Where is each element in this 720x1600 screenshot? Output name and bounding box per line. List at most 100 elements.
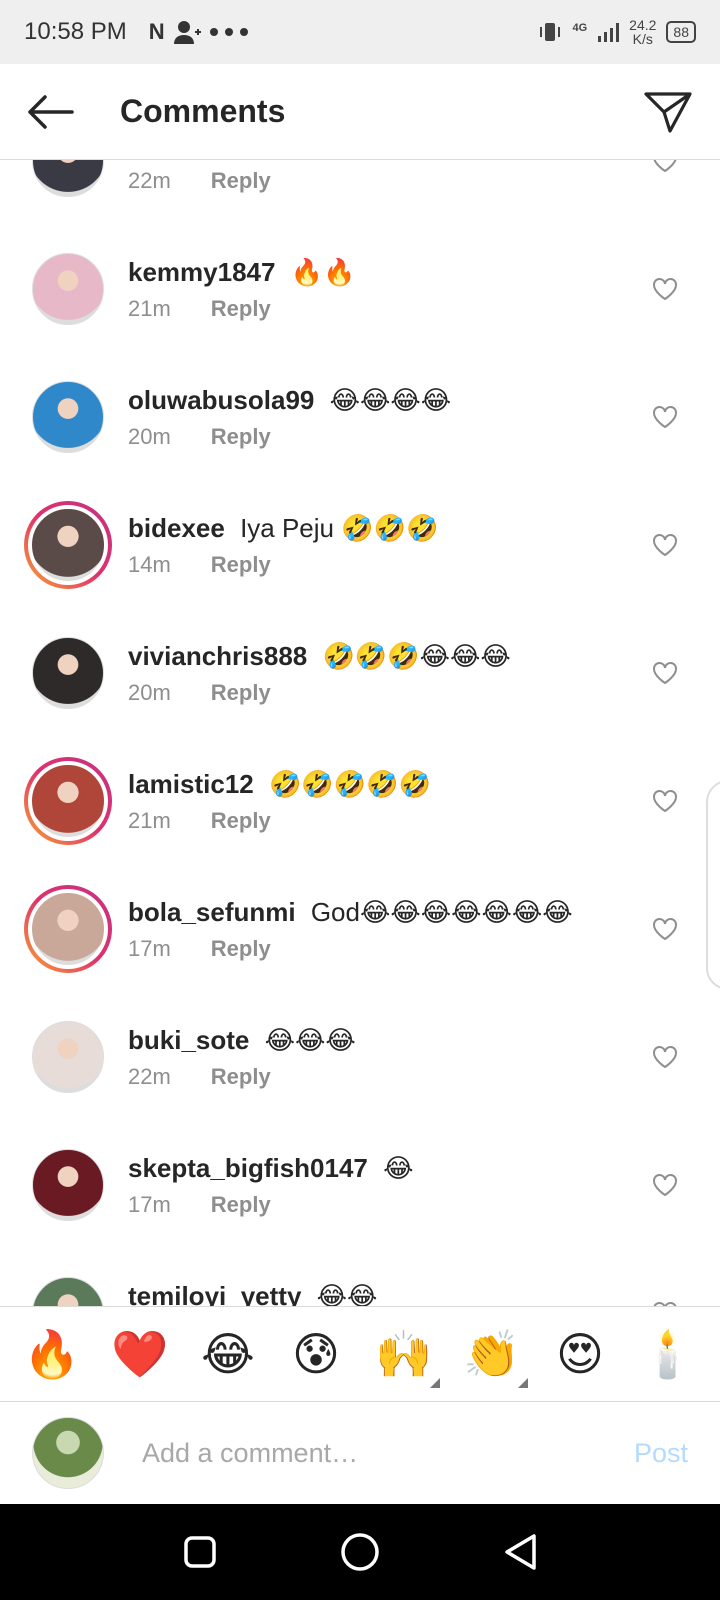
comment-meta: 20m Reply [128,680,720,706]
comment-username[interactable]: bola_sefunmi [128,897,296,927]
emoji-quick-bar: 🔥 ❤️ 😂 😰 🙌 👏 😍 🕯️ [0,1306,720,1402]
like-heart-icon[interactable] [652,405,678,429]
comment-meta: 21m Reply [128,296,720,322]
like-heart-icon[interactable] [652,1045,678,1069]
comments-header: Comments [0,64,720,160]
comment-username[interactable]: kemmy1847 [128,257,275,287]
reply-button[interactable]: Reply [211,680,271,706]
avatar-ring[interactable] [24,245,112,333]
page-title: Comments [120,93,286,129]
home-button[interactable] [335,1527,385,1577]
like-heart-icon[interactable] [652,917,678,941]
emoji-quick-button[interactable]: 😂 [196,1327,260,1381]
comment-row[interactable]: buki_sote 😂😂😂 22m Reply [0,993,720,1121]
like-heart-icon[interactable] [652,160,678,173]
comment-body: oluwabusola99 😂😂😂😂 20m Reply [128,384,720,450]
avatar-ring[interactable] [24,373,112,461]
avatar-ring[interactable] [24,629,112,717]
arrow-left-icon [28,94,74,129]
comment-time: 22m [128,1064,171,1089]
avatar-ring[interactable] [24,757,112,845]
avatar-ring[interactable] [24,501,112,589]
comment-row[interactable]: kemmy1847 🔥🔥 21m Reply [0,225,720,353]
comment-row[interactable]: temiloyi_yetty 😂😂 Reply [0,1249,720,1306]
comment-text: 🤣🤣🤣😂😂😂 [322,641,511,671]
like-heart-icon[interactable] [652,533,678,557]
comment-time: 20m [128,680,171,705]
reply-button[interactable]: Reply [211,296,271,322]
comment-meta: 21m Reply [128,808,720,834]
comment-row[interactable]: bidexee Iya Peju 🤣🤣🤣 14m Reply [0,481,720,609]
emoji-quick-button[interactable]: 🕯️ [636,1327,700,1382]
n-icon: N [148,19,165,44]
emoji-quick-button[interactable]: 👏 [460,1327,528,1388]
comment-line: skepta_bigfish0147 😂 [128,1152,720,1184]
comment-line: vivianchris888 🤣🤣🤣😂😂😂 [128,640,720,672]
comment-composer: Post [0,1402,720,1504]
comment-meta: 22m Reply [128,1064,720,1090]
scroll-handle[interactable] [706,780,720,990]
comment-time: 14m [128,552,171,577]
emoji-quick-button[interactable]: ❤️ [108,1327,172,1382]
comment-row[interactable]: vivianchris888 🤣🤣🤣😂😂😂 20m Reply [0,609,720,737]
back-button[interactable] [20,82,80,142]
comment-body: skepta_bigfish0147 😂 17m Reply [128,1152,720,1218]
comment-body: temiloyi_yetty 😂😂 Reply [128,1280,720,1306]
reply-button[interactable]: Reply [211,1064,271,1090]
comment-line: temiloyi_yetty 😂😂 [128,1280,720,1306]
emoji-quick-button[interactable]: 🔥 [20,1327,84,1382]
comment-meta: 20m Reply [128,424,720,450]
reply-button[interactable]: Reply [211,424,271,450]
net-speed-value: 24.2 [629,17,657,33]
avatar-ring[interactable] [24,1013,112,1101]
like-heart-icon[interactable] [652,789,678,813]
circle-icon [341,1533,379,1571]
reply-button[interactable]: Reply [211,936,271,962]
reply-button[interactable]: Reply [211,552,271,578]
comment-username[interactable]: bidexee [128,513,225,543]
comment-row[interactable]: your_favourite_poet 😂😂 22m Reply [0,160,720,225]
avatar-ring[interactable] [24,160,112,205]
comments-list[interactable]: your_favourite_poet 😂😂 22m Reply kemmy18… [0,160,720,1306]
avatar-ring[interactable] [24,885,112,973]
reply-button[interactable]: Reply [211,808,271,834]
comment-text: God😂😂😂😂😂😂😂 [310,897,573,927]
comment-username[interactable]: lamistic12 [128,769,254,799]
comment-username[interactable]: skepta_bigfish0147 [128,1153,368,1183]
comment-username[interactable]: oluwabusola99 [128,385,314,415]
reply-button[interactable]: Reply [211,168,271,194]
comment-time: 21m [128,296,171,321]
reply-button[interactable]: Reply [211,1192,271,1218]
comment-row[interactable]: bola_sefunmi God😂😂😂😂😂😂😂 17m Reply [0,865,720,993]
comment-username[interactable]: temiloyi_yetty [128,1281,301,1306]
network-type: 4G [572,22,588,34]
avatar [32,381,104,453]
comment-username[interactable]: vivianchris888 [128,641,307,671]
comment-username[interactable]: buki_sote [128,1025,249,1055]
avatar [32,253,104,325]
emoji-quick-button[interactable]: 😰 [284,1327,348,1381]
comment-row[interactable]: oluwabusola99 😂😂😂😂 20m Reply [0,353,720,481]
comment-text: 🔥🔥 [290,257,356,287]
back-nav-button[interactable] [495,1527,545,1577]
avatar-ring[interactable] [24,1269,112,1306]
comment-text: 😂 [383,1153,414,1183]
like-heart-icon[interactable] [652,661,678,685]
like-heart-icon[interactable] [652,1173,678,1197]
emoji-quick-button[interactable]: 🙌 [372,1327,440,1388]
like-heart-icon[interactable] [652,277,678,301]
status-right: 4G 24.2 K/s 88 [538,18,696,46]
comment-row[interactable]: skepta_bigfish0147 😂 17m Reply [0,1121,720,1249]
share-button[interactable] [638,82,698,142]
avatar [28,889,108,969]
comment-row[interactable]: lamistic12 🤣🤣🤣🤣🤣 21m Reply [0,737,720,865]
avatar-ring[interactable] [24,1141,112,1229]
comment-time: 21m [128,808,171,833]
comment-line: lamistic12 🤣🤣🤣🤣🤣 [128,768,720,800]
status-time: 10:58 PM [24,18,127,45]
recents-button[interactable] [175,1527,225,1577]
comment-body: your_favourite_poet 😂😂 22m Reply [128,160,720,194]
post-button[interactable]: Post [634,1438,688,1469]
comment-input[interactable] [142,1437,634,1469]
emoji-quick-button[interactable]: 😍 [548,1327,612,1381]
